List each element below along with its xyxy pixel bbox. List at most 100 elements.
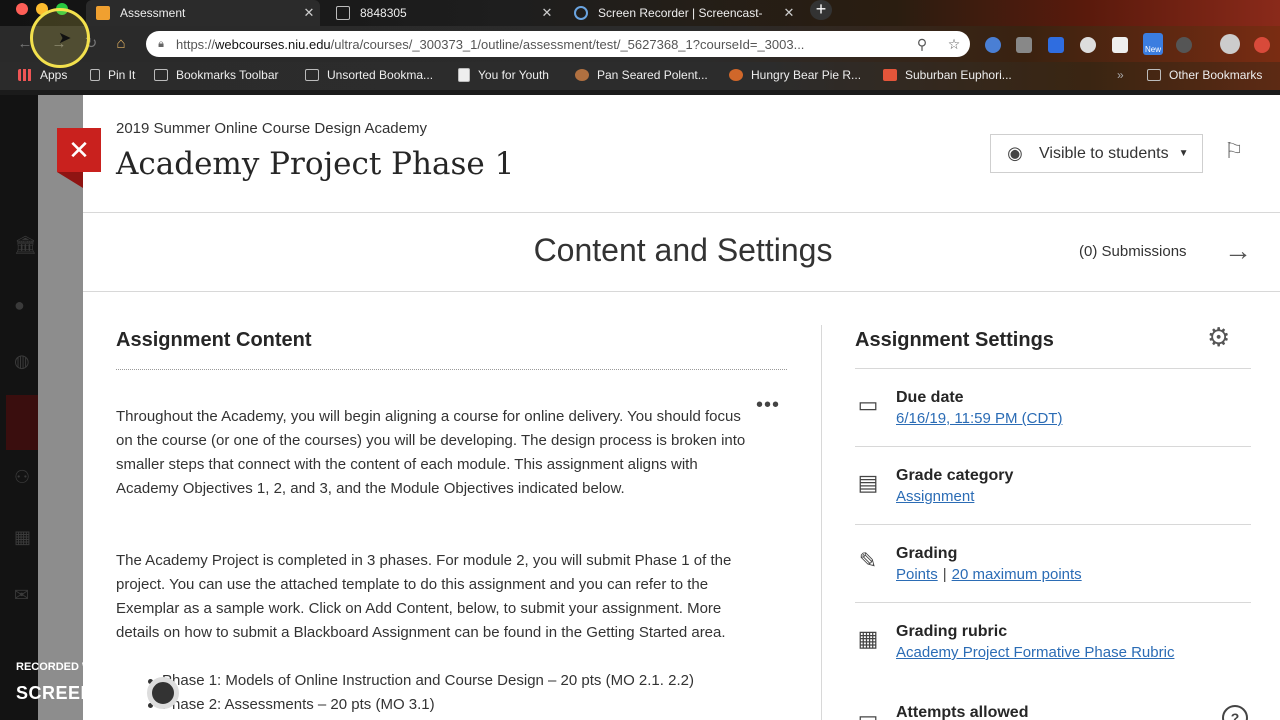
more-options-icon[interactable]: •••	[756, 394, 780, 417]
bookmark-hungry-bear[interactable]: Hungry Bear Pie R...	[729, 68, 861, 82]
bookmark-label: Hungry Bear Pie R...	[751, 68, 862, 82]
grading-label: Grading	[896, 545, 958, 562]
extension-cast-icon[interactable]	[1016, 37, 1032, 53]
blogger-icon	[883, 69, 897, 81]
course-outline-backdrop	[38, 95, 83, 720]
bookmark-other[interactable]: Other Bookmarks	[1147, 68, 1262, 82]
bookmark-apps[interactable]: Apps	[18, 68, 67, 82]
tab-assessment[interactable]: Assessment ✕	[86, 0, 320, 26]
tab-close-icon[interactable]: ✕	[536, 5, 558, 21]
lock-icon: 🔒︎	[158, 37, 164, 50]
assignment-content-title: Assignment Content	[116, 329, 312, 351]
apps-grid-icon	[18, 69, 32, 81]
tab-label: Screen Recorder | Screencast-	[598, 6, 763, 20]
url-text[interactable]: https://webcourses.niu.edu/ultra/courses…	[176, 37, 906, 52]
tab-8848305[interactable]: 8848305 ✕	[326, 0, 558, 26]
column-separator	[821, 325, 822, 720]
profile-avatar[interactable]	[1220, 34, 1240, 54]
due-date-label: Due date	[896, 389, 964, 406]
window-close-button[interactable]	[16, 3, 28, 15]
globe-icon[interactable]: ◍	[14, 351, 36, 373]
groups-icon[interactable]: ⚇	[14, 467, 36, 489]
grade-category-label: Grade category	[896, 467, 1014, 484]
attempts-allowed-label: Attempts allowed	[896, 704, 1029, 720]
new-tab-button[interactable]: +	[810, 0, 832, 20]
page-icon	[458, 68, 470, 82]
submissions-arrow-icon[interactable]: →	[1224, 235, 1252, 267]
section-divider	[83, 291, 1280, 292]
zoom-magnifier-icon[interactable]: ⚲	[906, 36, 938, 53]
extension-doc-icon[interactable]	[1112, 37, 1128, 53]
grading-separator: |	[942, 566, 947, 583]
page-icon	[90, 69, 100, 81]
content-dotted-divider	[116, 369, 787, 370]
tab-label: 8848305	[360, 6, 407, 20]
bookmark-suburban-euphoria[interactable]: Suburban Euphori...	[883, 68, 1012, 82]
browser-tab-strip: Assessment ✕ 8848305 ✕ Screen Recorder |…	[0, 0, 1280, 26]
tab-close-icon[interactable]: ✕	[778, 5, 800, 21]
gear-icon[interactable]: ⚙︎	[1207, 322, 1230, 353]
grade-category-link[interactable]: Assignment	[896, 488, 974, 505]
extension-new-badge-icon[interactable]: New	[1143, 33, 1163, 55]
bookmark-you-for-youth[interactable]: You for Youth	[458, 68, 549, 82]
extension-info-icon[interactable]	[1176, 37, 1192, 53]
screencast-favicon-icon	[574, 6, 588, 20]
new-badge-label: New	[1144, 45, 1161, 54]
watermark-brand-right: MATIC	[181, 682, 240, 703]
grading-rubric-label: Grading rubric	[896, 623, 1008, 640]
grading-max-points-link[interactable]: 20 maximum points	[952, 566, 1082, 583]
messages-icon[interactable]: ✉︎	[14, 585, 36, 607]
visibility-label: Visible to students	[1039, 144, 1169, 162]
bookmark-label: Suburban Euphori...	[905, 68, 1012, 82]
attempts-icon: ▭	[857, 706, 879, 720]
submissions-link[interactable]: (0) Submissions	[1079, 243, 1187, 260]
chevron-down-icon: ▼	[1178, 148, 1189, 159]
blackboard-favicon-icon	[96, 6, 110, 20]
bookmark-pan-seared[interactable]: Pan Seared Polent...	[575, 68, 708, 82]
grading-pencil-icon: ✎	[858, 548, 878, 573]
courses-nav-item[interactable]	[6, 395, 38, 450]
bookmark-label: Bookmarks Toolbar	[176, 68, 279, 82]
bookmark-pin-it[interactable]: Pin It	[90, 68, 135, 82]
page-title: Academy Project Phase 1	[116, 146, 515, 182]
bookmark-label: Other Bookmarks	[1169, 68, 1263, 82]
bookmark-label: Pan Seared Polent...	[597, 68, 708, 82]
document-favicon-icon	[336, 6, 350, 20]
profile-icon[interactable]: ●	[14, 295, 36, 317]
dropbox-icon[interactable]	[1048, 37, 1064, 53]
accessibility-flag-icon[interactable]: ⚐	[1224, 138, 1254, 168]
bookmark-star-icon[interactable]: ☆	[938, 36, 970, 53]
content-paragraph-1: Throughout the Academy, you will begin a…	[116, 408, 746, 497]
grading-points-link[interactable]: Points	[896, 566, 938, 583]
food-favicon-icon	[575, 69, 589, 81]
bookmark-label: Unsorted Bookma...	[327, 68, 434, 82]
site-favicon-icon	[729, 69, 743, 81]
home-icon[interactable]: ⌂	[112, 35, 130, 53]
bookmark-folder-unsorted[interactable]: Unsorted Bookma...	[305, 68, 433, 82]
calendar-icon: ▭	[857, 392, 879, 417]
close-button-fold	[57, 172, 83, 188]
bookmark-folder-toolbar[interactable]: Bookmarks Toolbar	[154, 68, 279, 82]
tab-close-icon[interactable]: ✕	[298, 5, 320, 21]
folder-icon	[305, 69, 319, 81]
calendar-icon[interactable]: ▦	[14, 527, 36, 549]
extension-circle-icon[interactable]	[1080, 37, 1096, 53]
bookmarks-overflow-chevron[interactable]: »	[1117, 68, 1124, 82]
header-divider	[83, 212, 1280, 213]
close-panel-button[interactable]: ✕	[57, 128, 101, 172]
grading-rubric-link[interactable]: Academy Project Formative Phase Rubric	[896, 644, 1174, 661]
grading-values: Points | 20 maximum points	[896, 566, 1082, 583]
tab-screen-recorder[interactable]: Screen Recorder | Screencast- ✕	[564, 0, 800, 26]
settings-divider	[855, 446, 1251, 447]
screencast-logo-icon	[147, 677, 180, 709]
bookmark-label: You for Youth	[478, 68, 549, 82]
bookmarks-bar: Apps Pin It Bookmarks Toolbar Unsorted B…	[0, 62, 1280, 90]
due-date-link[interactable]: 6/16/19, 11:59 PM (CDT)	[896, 410, 1062, 427]
extension-shield-icon[interactable]	[985, 37, 1001, 53]
menu-alert-icon[interactable]	[1254, 37, 1270, 53]
address-bar[interactable]: 🔒︎ https://webcourses.niu.edu/ultra/cour…	[146, 31, 970, 57]
watermark-recorded-with: RECORDED WITH	[16, 661, 111, 673]
visibility-dropdown[interactable]: ◉ Visible to students ▼	[990, 134, 1203, 173]
mouse-pointer-icon: ➤	[58, 30, 72, 47]
folder-icon	[1147, 69, 1161, 81]
